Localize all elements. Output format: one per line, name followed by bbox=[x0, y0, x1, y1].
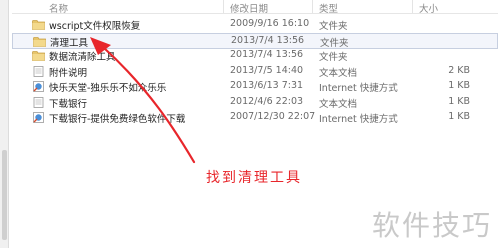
file-type: Internet 快捷方式 bbox=[319, 114, 398, 125]
file-name: 清理工具 bbox=[50, 37, 89, 49]
file-row[interactable]: 数据流清除工具 2013/7/4 13:56 文件夹 bbox=[12, 48, 498, 64]
file-date: 2009/9/16 16:10 bbox=[230, 18, 310, 29]
text-file-icon bbox=[32, 96, 45, 108]
file-type: 文件夹 bbox=[319, 52, 348, 63]
file-date: 2013/7/5 14:40 bbox=[230, 64, 304, 76]
file-name: 快乐天堂-独乐乐不如众乐乐 bbox=[49, 83, 167, 94]
scrollbar-thumb[interactable] bbox=[2, 150, 7, 240]
file-row[interactable]: 快乐天堂-独乐乐不如众乐乐 2013/6/13 7:31 Internet 快捷方式… bbox=[12, 79, 498, 95]
file-date: 2013/6/13 7:31 bbox=[230, 80, 304, 91]
column-date[interactable]: 修改日期 bbox=[230, 1, 268, 15]
column-divider[interactable] bbox=[412, 0, 413, 13]
file-size: 1 KB bbox=[448, 80, 470, 91]
left-scrollbar[interactable] bbox=[0, 0, 9, 248]
file-row[interactable]: 下载银行-提供免费绿色软件下载 2007/12/30 22:07 Internet … bbox=[12, 110, 498, 126]
file-type: 文本文档 bbox=[319, 67, 358, 79]
file-date: 2013/7/4 13:56 bbox=[230, 49, 304, 60]
file-date: 2007/12/30 22:07 bbox=[230, 111, 316, 122]
file-size: 1 KB bbox=[448, 111, 470, 122]
column-divider[interactable] bbox=[223, 0, 224, 13]
file-date: 2013/7/4 13:56 bbox=[231, 34, 305, 46]
file-type: 文件夹 bbox=[320, 37, 349, 49]
internet-shortcut-icon bbox=[32, 112, 45, 123]
file-size: 1 KB bbox=[448, 95, 470, 107]
column-size[interactable]: 大小 bbox=[419, 1, 438, 15]
column-type[interactable]: 类型 bbox=[319, 1, 338, 15]
column-divider[interactable] bbox=[312, 0, 313, 13]
file-date: 2012/4/6 22:03 bbox=[230, 95, 304, 107]
text-file-icon bbox=[32, 65, 45, 77]
file-type: Internet 快捷方式 bbox=[319, 83, 398, 94]
folder-icon bbox=[33, 36, 46, 47]
file-name: 下载银行 bbox=[49, 98, 88, 110]
column-name[interactable]: 名称 bbox=[49, 1, 68, 15]
internet-shortcut-icon bbox=[32, 81, 45, 92]
file-name: wscript文件权限恢复 bbox=[49, 21, 141, 32]
file-row[interactable]: wscript文件权限恢复 2009/9/16 16:10 文件夹 bbox=[12, 17, 498, 33]
column-header: 名称 修改日期 类型 大小 bbox=[12, 0, 498, 15]
file-row[interactable]: 下载银行 2012/4/6 22:03 文本文档 1 KB bbox=[12, 95, 498, 111]
annotation-label: 找到清理工具 bbox=[206, 170, 302, 186]
watermark: 软件技巧 bbox=[371, 209, 492, 242]
file-type: 文本文档 bbox=[319, 98, 358, 110]
file-row[interactable]: 清理工具 2013/7/4 13:56 文件夹 bbox=[12, 32, 498, 49]
folder-icon bbox=[32, 19, 45, 30]
file-size: 2 KB bbox=[448, 64, 470, 76]
file-name: 附件说明 bbox=[49, 67, 88, 79]
file-row[interactable]: 附件说明 2013/7/5 14:40 文本文档 2 KB bbox=[12, 64, 498, 80]
file-name: 下载银行-提供免费绿色软件下载 bbox=[49, 114, 186, 125]
file-type: 文件夹 bbox=[319, 21, 348, 32]
file-name: 数据流清除工具 bbox=[49, 52, 116, 63]
folder-icon bbox=[32, 50, 45, 61]
